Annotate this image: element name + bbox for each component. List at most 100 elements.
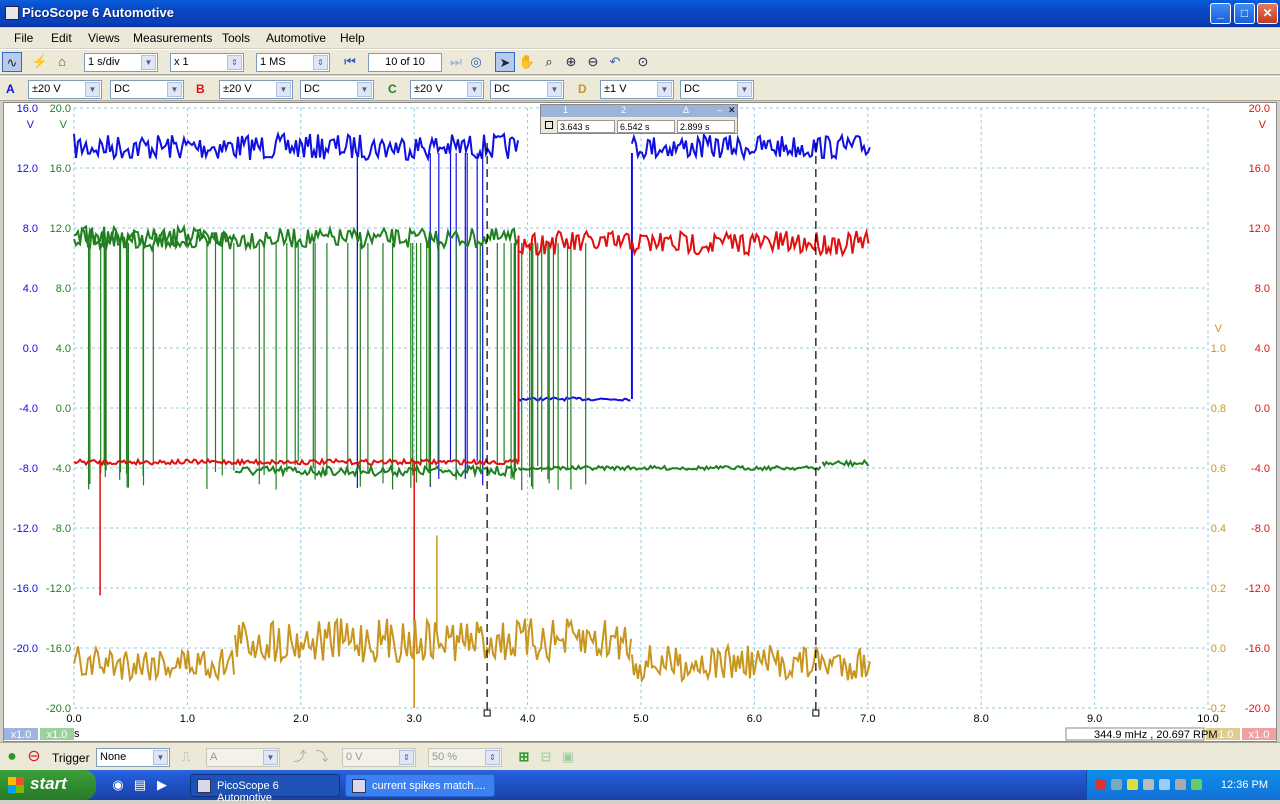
explorer-quicklaunch-icon[interactable]: ▤: [130, 775, 150, 795]
zoom-stepper[interactable]: x 1 ⇕: [170, 53, 244, 72]
edit-measurement-icon[interactable]: ▣: [558, 747, 578, 767]
system-tray: 12:36 PM: [1086, 770, 1280, 800]
menu-views[interactable]: Views: [88, 31, 120, 45]
y-tick-label-c: -4.0: [52, 463, 71, 475]
delete-measurement-icon[interactable]: ⊟: [536, 747, 556, 767]
network-icon[interactable]: [1095, 779, 1106, 790]
ruler-color-icon: [545, 121, 553, 129]
scope-mode-icon[interactable]: ∿: [2, 52, 22, 72]
channel-c-coupling[interactable]: DC ▼: [490, 80, 564, 99]
y-tick-label-a: 16.0: [17, 103, 38, 115]
media-quicklaunch-icon[interactable]: ▶: [152, 775, 172, 795]
zoom-select-icon[interactable]: ⌕: [539, 52, 559, 72]
scope-view[interactable]: 0.0 1.0 2.0 3.0 4.0 5.0 6.0 7.0 8.0 9.0 1 0.0 s 16.0 1…: [3, 102, 1277, 742]
channel-d-coupling[interactable]: DC ▼: [680, 80, 754, 99]
trigger-mode-select[interactable]: None ▼: [96, 748, 170, 767]
channel-c-trace-end: [821, 458, 870, 468]
menu-measurements[interactable]: Measurements: [133, 31, 212, 45]
channel-b-coupling[interactable]: DC ▼: [300, 80, 374, 99]
y-tick-label-c: 8.0: [56, 283, 71, 295]
pretrigger-stepper[interactable]: 50 % ⇕: [428, 748, 502, 767]
start-button[interactable]: start: [0, 770, 96, 800]
y-tick-label-c: 0.0: [56, 403, 71, 415]
home-icon[interactable]: ⌂: [52, 52, 72, 72]
x-tick-label: 7.0: [860, 713, 875, 725]
y-tick-label-a: 12.0: [17, 163, 38, 175]
spin-icon: ⇕: [399, 750, 414, 765]
zoom-in-icon[interactable]: ⊕: [561, 52, 581, 72]
y-tick-label-b: 12.0: [1249, 223, 1270, 235]
samples-stepper[interactable]: 1 MS ⇕: [256, 53, 330, 72]
y-axis-unit-a: V: [27, 119, 35, 131]
channel-c-label[interactable]: C: [388, 82, 397, 96]
trigger-label: Trigger: [52, 751, 90, 765]
channel-a-coupling[interactable]: DC ▼: [110, 80, 184, 99]
battery-icon[interactable]: [1111, 779, 1122, 790]
y-tick-label-c: 4.0: [56, 343, 71, 355]
y-tick-label-a: 4.0: [23, 283, 38, 295]
trigger-type-icon[interactable]: ⎍: [176, 747, 196, 767]
zoom-overview-icon[interactable]: ⊙: [633, 52, 653, 72]
pointer-tool-icon[interactable]: ➤: [495, 52, 515, 72]
task-picoscope[interactable]: PicoScope 6 Automotive: [190, 774, 340, 804]
security-icon[interactable]: [1175, 779, 1186, 790]
timebase-select[interactable]: 1 s/div ▼: [84, 53, 158, 72]
channel-b-label[interactable]: B: [196, 82, 205, 96]
close-icon[interactable]: ✕: [728, 105, 736, 116]
falling-edge-icon[interactable]: ⤵: [312, 747, 332, 767]
y-tick-label-b: 16.0: [1249, 163, 1270, 175]
menu-help[interactable]: Help: [340, 31, 365, 45]
undo-zoom-icon[interactable]: ↶: [605, 52, 625, 72]
chevron-down-icon: ▼: [167, 82, 182, 97]
y-tick-label-a: -4.0: [19, 403, 38, 415]
channel-d-range[interactable]: ±1 V ▼: [600, 80, 674, 99]
maximize-button[interactable]: □: [1234, 3, 1255, 24]
first-buffer-icon[interactable]: ⏮: [340, 52, 360, 72]
signal-icon[interactable]: [1127, 779, 1138, 790]
channel-a-trace-low: [517, 396, 631, 402]
channel-c-trace-2: [73, 224, 519, 252]
auto-setup-icon[interactable]: ⚡: [30, 52, 50, 72]
menu-file[interactable]: File: [14, 31, 33, 45]
hand-tool-icon[interactable]: ✋: [517, 52, 537, 72]
trigger-threshold-stepper[interactable]: 0 V ⇕: [342, 748, 416, 767]
ruler-header-delta: Δ: [683, 105, 690, 115]
y-tick-label-c: 16.0: [50, 163, 71, 175]
monitor-icon[interactable]: [1143, 779, 1154, 790]
menu-edit[interactable]: Edit: [51, 31, 72, 45]
channel-a-label[interactable]: A: [6, 82, 15, 96]
stop-icon[interactable]: ⊖: [24, 747, 44, 767]
buffer-overview-icon[interactable]: ◎: [466, 52, 486, 72]
volume-icon[interactable]: [1159, 779, 1170, 790]
y-tick-label-c: -16.0: [46, 643, 71, 655]
update-icon[interactable]: [1191, 779, 1202, 790]
menu-tools[interactable]: Tools: [222, 31, 250, 45]
next-buffer-icon[interactable]: ⏭: [446, 52, 466, 72]
ruler-legend[interactable]: 1 2 Δ – ✕ 3.643 s 6.542 s 2.899 s: [540, 104, 738, 134]
add-measurement-icon[interactable]: ⊞: [514, 747, 534, 767]
channel-a-range[interactable]: ±20 V ▼: [28, 80, 102, 99]
ruler-legend-header[interactable]: 1 2 Δ – ✕: [541, 105, 737, 117]
buffer-navigator[interactable]: 10 of 10: [368, 53, 442, 72]
channel-c-range[interactable]: ±20 V ▼: [410, 80, 484, 99]
y-tick-label-b: 0.0: [1255, 403, 1270, 415]
rising-edge-icon[interactable]: ⤴: [290, 747, 310, 767]
y-tick-label-a: -8.0: [19, 463, 38, 475]
close-button[interactable]: ✕: [1257, 3, 1278, 24]
minimize-icon[interactable]: –: [717, 105, 722, 115]
channel-b-range[interactable]: ±20 V ▼: [219, 80, 293, 99]
trigger-source-select[interactable]: A ▼: [206, 748, 280, 767]
picoscope-task-icon: [352, 779, 366, 793]
zoom-out-icon[interactable]: ⊖: [583, 52, 603, 72]
channel-d-label[interactable]: D: [578, 82, 587, 96]
scale-badge-label: x1.0: [1249, 729, 1270, 741]
waveform-plot[interactable]: 0.0 1.0 2.0 3.0 4.0 5.0 6.0 7.0 8.0 9.0 1 0.0 s 16.0 1…: [4, 103, 1278, 743]
y-tick-label-c: 12.0: [50, 223, 71, 235]
minimize-button[interactable]: _: [1210, 3, 1231, 24]
chevron-down-icon: ▼: [153, 750, 168, 765]
menu-automotive[interactable]: Automotive: [266, 31, 326, 45]
task-current-spikes[interactable]: current spikes match....: [345, 774, 495, 797]
y-tick-label-c: -12.0: [46, 583, 71, 595]
run-icon[interactable]: ●: [2, 747, 22, 767]
chrome-quicklaunch-icon[interactable]: ◉: [108, 775, 128, 795]
